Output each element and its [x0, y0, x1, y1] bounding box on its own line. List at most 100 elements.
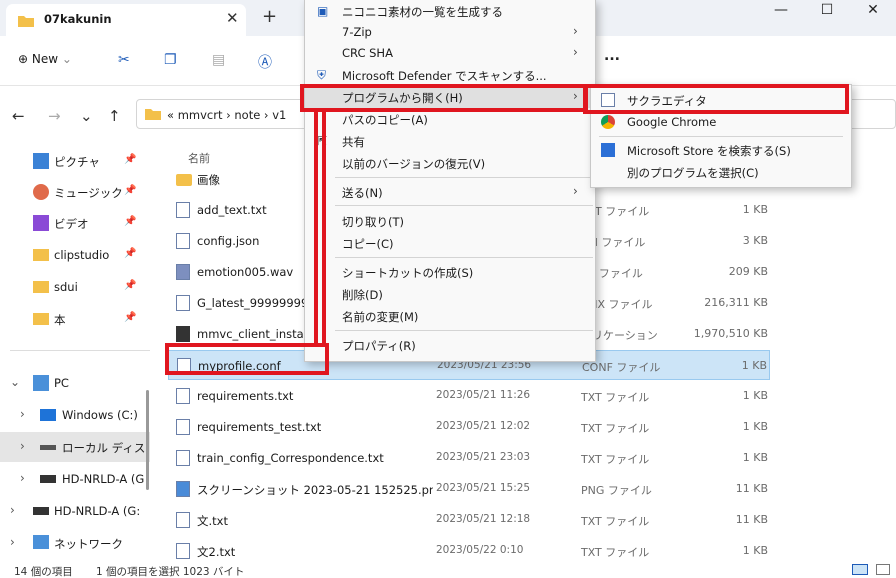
pin-icon: 📌	[124, 154, 137, 165]
text-file-icon	[176, 233, 190, 249]
back-icon[interactable]: ←	[12, 107, 25, 125]
submenu-item-label: 別のプログラムを選択(C)	[627, 166, 759, 180]
menu-item-properties[interactable]: プロパティ(R)	[305, 334, 595, 356]
menu-item-share[interactable]: ⇱共有	[305, 130, 595, 152]
sidebar-item-network[interactable]: › ネットワーク	[0, 528, 150, 558]
tab-title: 07kakunin	[44, 12, 112, 26]
file-size: 1 KB	[742, 451, 768, 464]
cut-icon[interactable]: ✂	[118, 52, 130, 68]
file-size: 1 KB	[742, 420, 768, 433]
file-name: 画像	[197, 173, 220, 187]
file-size: 216,311 KB	[704, 296, 768, 309]
file-name: train_config_Correspondence.txt	[197, 451, 384, 465]
breadcrumb[interactable]: « mmvcrt › note › v1	[167, 108, 286, 122]
more-options-button[interactable]: ...	[604, 48, 620, 64]
paste-icon[interactable]: ▤	[212, 52, 225, 68]
file-type: TXT ファイル	[581, 515, 650, 528]
text-file-icon	[176, 450, 190, 466]
menu-item-send-to[interactable]: 送る(N) ›	[305, 181, 595, 203]
file-type: TXT ファイル	[581, 453, 650, 466]
text-file-icon	[176, 419, 190, 435]
sidebar-item-clipstudio[interactable]: clipstudio 📌	[0, 240, 150, 270]
recent-chevron-icon[interactable]: ⌄	[80, 107, 93, 125]
file-size: 3 KB	[742, 234, 768, 247]
table-row[interactable]: train_config_Correspondence.txt 2023/05/2…	[168, 443, 770, 473]
sidebar-item-hd-nrld-a-1[interactable]: › HD-NRLD-A (G	[0, 464, 150, 494]
menu-item-label: ショートカットの作成(S)	[342, 266, 474, 280]
chevron-right-icon[interactable]: ›	[10, 535, 15, 549]
pc-icon	[33, 375, 49, 391]
chevron-right-icon: ›	[573, 184, 578, 198]
maximize-button[interactable]: ☐	[804, 0, 850, 24]
file-size: 1 KB	[742, 544, 768, 557]
new-button[interactable]: ⊕ New ⌄	[18, 52, 72, 66]
sidebar-item-videos[interactable]: ビデオ 📌	[0, 208, 150, 238]
sidebar-item-music[interactable]: ミュージック 📌	[0, 177, 150, 207]
file-name: mmvc_client_installer	[197, 327, 317, 341]
sidebar-item-hd-nrld-a-2[interactable]: › HD-NRLD-A (G:	[0, 496, 150, 526]
file-size: 11 KB	[735, 513, 768, 526]
sidebar-item-label: PC	[54, 376, 69, 390]
pin-icon: 📌	[124, 216, 137, 227]
close-window-button[interactable]: ✕	[850, 0, 896, 24]
menu-item-label: 共有	[342, 135, 365, 149]
sidebar-item-pc[interactable]: ⌄ PC	[0, 368, 150, 398]
menu-separator	[335, 257, 593, 258]
menu-separator	[335, 177, 593, 178]
menu-item-crc-sha[interactable]: CRC SHA ›	[305, 42, 595, 64]
forward-icon[interactable]: →	[48, 107, 61, 125]
sidebar-item-local-disk[interactable]: › ローカル ディスク	[0, 432, 150, 462]
submenu-item-store-search[interactable]: Microsoft Store を検索する(S)	[591, 139, 851, 161]
chevron-down-icon: ⌄	[58, 52, 72, 66]
folder-icon	[33, 281, 49, 293]
menu-item-label: 送る(N)	[342, 186, 383, 200]
tab-close-icon[interactable]: ✕	[226, 9, 239, 27]
submenu-item-choose-program[interactable]: 別のプログラムを選択(C)	[591, 161, 851, 183]
menu-item-defender-scan[interactable]: ⛨ Microsoft Defender でスキャンする...	[305, 64, 595, 86]
details-view-icon[interactable]	[852, 564, 868, 575]
new-tab-button[interactable]: +	[262, 6, 277, 27]
up-icon[interactable]: ↑	[108, 107, 121, 125]
copy-icon[interactable]: ❐	[164, 52, 177, 68]
chevron-down-icon[interactable]: ⌄	[10, 375, 20, 389]
menu-item-label: 削除(D)	[342, 288, 383, 302]
chevron-right-icon[interactable]: ›	[10, 503, 15, 517]
sidebar-scrollbar[interactable]	[146, 390, 149, 490]
menu-item-create-shortcut[interactable]: ショートカットの作成(S)	[305, 261, 595, 283]
minimize-button[interactable]: —	[758, 0, 804, 24]
table-row[interactable]: requirements_test.txt 2023/05/21 12:02 TXT…	[168, 412, 770, 442]
sidebar-item-books[interactable]: 本 📌	[0, 304, 150, 334]
menu-item-restore-versions[interactable]: 以前のバージョンの復元(V)	[305, 152, 595, 174]
menu-item-7zip[interactable]: 7-Zip ›	[305, 21, 595, 43]
file-name: config.json	[197, 234, 260, 248]
sidebar-item-windows-c[interactable]: › Windows (C:)	[0, 400, 150, 430]
chevron-right-icon[interactable]: ›	[20, 407, 25, 421]
menu-item-cut[interactable]: 切り取り(T)	[305, 210, 595, 232]
file-name: requirements.txt	[197, 389, 294, 403]
table-row[interactable]: 文.txt 2023/05/21 12:18 TXT ファイル 11 KB	[168, 505, 770, 535]
table-row[interactable]: requirements.txt 2023/05/21 11:26 TXT ファイル…	[168, 381, 770, 411]
tiles-view-icon[interactable]	[876, 564, 890, 575]
menu-item-rename[interactable]: 名前の変更(M)	[305, 305, 595, 327]
submenu-item-chrome[interactable]: Google Chrome	[591, 111, 851, 133]
menu-item-label: プロパティ(R)	[342, 339, 416, 353]
pictures-icon	[33, 153, 49, 169]
file-name: G_latest_99999999.onnx	[197, 296, 317, 310]
chevron-right-icon[interactable]: ›	[20, 439, 25, 453]
context-menu: ▣ ニコニコ素材の一覧を生成する 7-Zip › CRC SHA › ⛨ Microso…	[304, 0, 596, 362]
file-name: emotion005.wav	[197, 265, 294, 279]
tab-07kakunin[interactable]: 07kakunin ✕	[6, 4, 246, 36]
rename-icon[interactable]: Ⓐ	[258, 52, 272, 72]
table-row[interactable]: スクリーンショット 2023-05-21 152525.png 2023/05/2…	[168, 474, 770, 504]
chevron-right-icon[interactable]: ›	[20, 471, 25, 485]
menu-item-copy[interactable]: コピー(C)	[305, 232, 595, 254]
file-name: add_text.txt	[197, 203, 267, 217]
folder-icon	[145, 107, 161, 123]
menu-item-nico-list[interactable]: ▣ ニコニコ素材の一覧を生成する	[305, 0, 595, 22]
sidebar-item-sdui[interactable]: sdui 📌	[0, 272, 150, 302]
table-row[interactable]: 文2.txt 2023/05/22 0:10 TXT ファイル 1 KB	[168, 536, 770, 566]
sidebar-item-pictures[interactable]: ピクチャ 📌	[0, 146, 150, 176]
sidebar-item-label: ミュージック	[54, 186, 123, 200]
menu-item-delete[interactable]: 削除(D)	[305, 283, 595, 305]
folder-icon	[33, 313, 49, 325]
